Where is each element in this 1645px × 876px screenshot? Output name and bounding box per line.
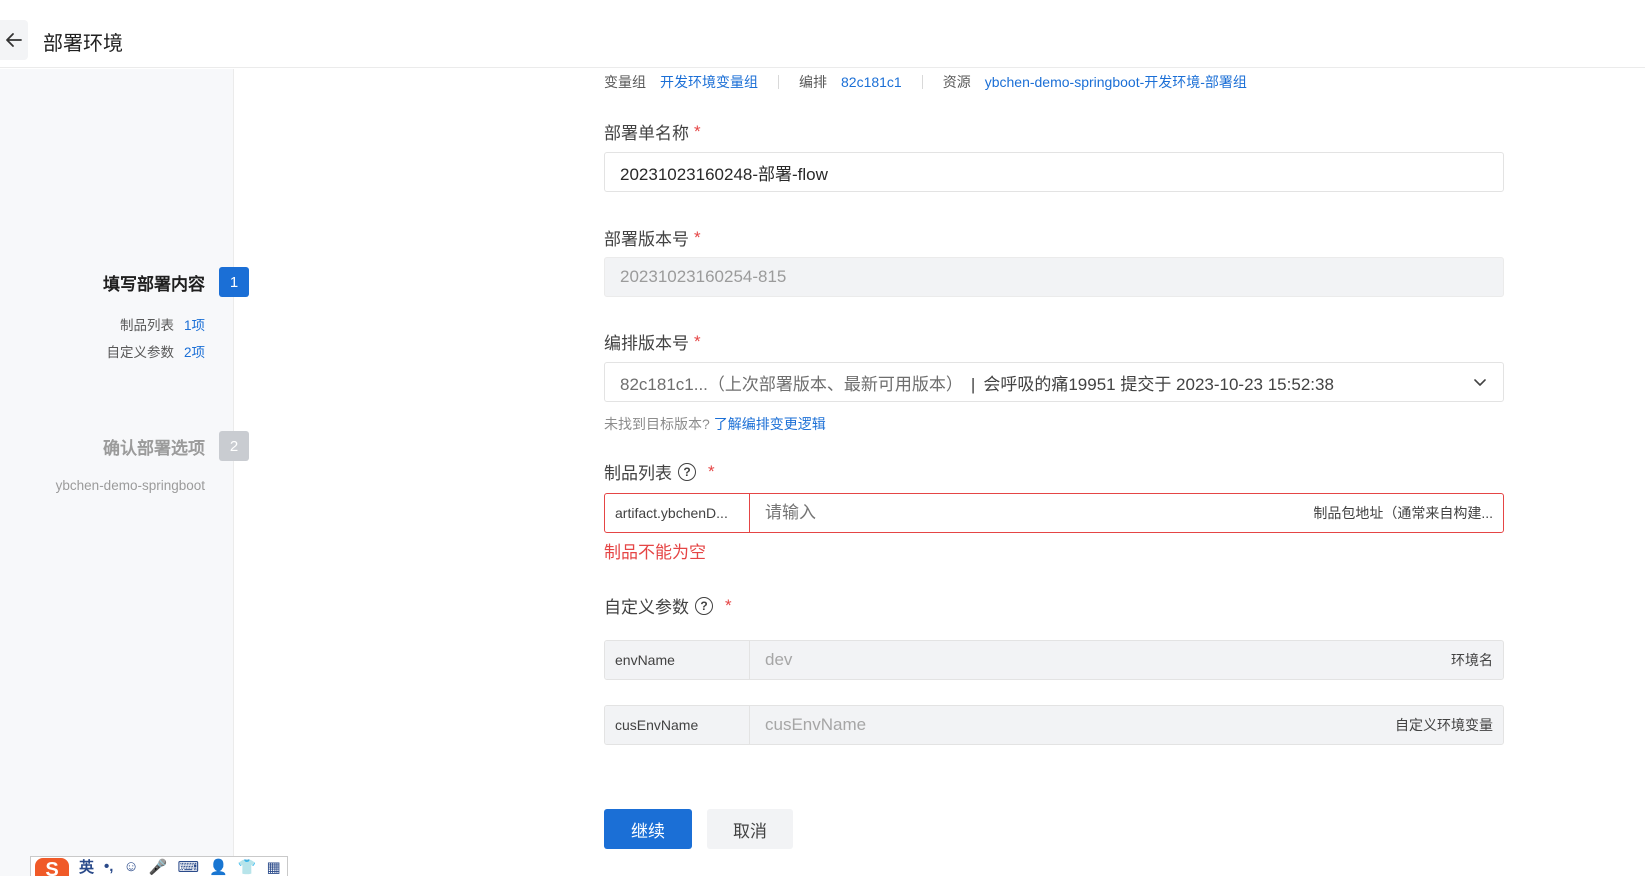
step-fill-content[interactable]: 填写部署内容 1 — [103, 267, 249, 297]
orch-version-hash: 82c181c1...（上次部署版本、最新可用版本） — [620, 374, 963, 394]
label-text: 部署单名称 — [604, 124, 689, 143]
ime-skin-icon[interactable]: 👕 — [238, 858, 257, 876]
sidebar-item-label: 自定义参数 — [106, 345, 174, 360]
orch-logic-link[interactable]: 了解编排变更逻辑 — [714, 416, 826, 432]
deploy-name-value: 20231023160248-部署-flow — [620, 164, 828, 184]
step-confirm-options[interactable]: 确认部署选项 2 — [103, 431, 249, 461]
param-key: envName — [605, 641, 750, 679]
chevron-down-icon — [1474, 379, 1486, 386]
cancel-button[interactable]: 取消 — [707, 809, 793, 849]
deploy-version-value: 20231023160254-815 — [620, 267, 787, 286]
vargroup-link[interactable]: 开发环境变量组 — [660, 72, 758, 92]
orch-version-commit: 会呼吸的痛19951 提交于 2023-10-23 15:52:38 — [983, 374, 1334, 394]
ime-logo[interactable]: S — [35, 857, 69, 876]
param-row-envname: envName dev 环境名 — [604, 640, 1504, 680]
label-text: 部署版本号 — [604, 230, 689, 249]
resource-link[interactable]: ybchen-demo-springboot-开发环境-部署组 — [985, 72, 1247, 92]
param-value-input[interactable]: cusEnvName — [750, 706, 1395, 744]
ime-toolbar: S 英 •, ☺ 🎤 ⌨ 👤 👕 ▦ — [30, 856, 288, 876]
ime-punct-icon[interactable]: •, — [104, 858, 113, 875]
param-desc: 自定义环境变量 — [1395, 717, 1493, 733]
orch-version-separator: | — [970, 374, 976, 394]
header-bar: 部署环境 — [0, 0, 1645, 68]
deploy-version-label: 部署版本号 * — [604, 225, 701, 250]
sidebar-item-artifacts[interactable]: 制品列表 1项 — [120, 314, 205, 334]
param-value-input[interactable]: dev — [750, 641, 1451, 679]
help-icon[interactable]: ? — [678, 462, 696, 481]
artifact-row: artifact.ybchenD... 制品包地址（通常来自构建... — [604, 493, 1504, 533]
label-text: 编排版本号 — [604, 334, 689, 353]
required-mark: * — [694, 227, 701, 247]
ime-user-icon[interactable]: 👤 — [209, 858, 228, 876]
hint-text: 未找到目标版本? — [604, 416, 710, 432]
param-desc: 环境名 — [1451, 652, 1493, 668]
artifact-key: artifact.ybchenD... — [605, 494, 750, 532]
step-title: 填写部署内容 — [103, 274, 205, 294]
required-mark: * — [694, 121, 701, 141]
continue-button[interactable]: 继续 — [604, 809, 692, 849]
param-row-cusenvname: cusEnvName cusEnvName 自定义环境变量 — [604, 705, 1504, 745]
artifact-input[interactable] — [750, 494, 1314, 532]
ime-grid-icon[interactable]: ▦ — [266, 858, 280, 876]
arrow-left-icon — [6, 33, 22, 47]
meta-divider — [921, 75, 923, 89]
resource-key: 资源 — [942, 74, 971, 90]
deploy-name-label: 部署单名称 * — [604, 119, 701, 144]
steps-sidebar: 填写部署内容 1 制品列表 1项 自定义参数 2项 确认部署选项 2 ybchen-… — [0, 69, 249, 876]
ime-lang-toggle[interactable]: 英 — [79, 857, 94, 876]
sidebar-item-label: 制品列表 — [119, 318, 174, 333]
step-title: 确认部署选项 — [103, 438, 205, 458]
orch-version-selected: 82c181c1...（上次部署版本、最新可用版本） | 会呼吸的痛19951 提交… — [620, 370, 1334, 395]
ime-voice-icon[interactable]: 🎤 — [149, 858, 168, 876]
required-mark: * — [708, 461, 715, 481]
custom-params-label: 自定义参数 ? * — [604, 593, 732, 618]
sidebar-item-resource[interactable]: ybchen-demo-springboot — [56, 478, 205, 493]
sidebar-item-custom-params[interactable]: 自定义参数 2项 — [106, 341, 205, 361]
artifact-error: 制品不能为空 — [604, 543, 706, 562]
ime-keyboard-icon[interactable]: ⌨ — [177, 858, 199, 876]
step-number: 2 — [219, 431, 249, 461]
orchestration-link[interactable]: 82c181c1 — [841, 74, 902, 90]
meta-row: 变量组 开发环境变量组 编排 82c181c1 资源 ybchen-demo-s… — [604, 71, 1247, 93]
required-mark: * — [725, 595, 732, 615]
deploy-version-input: 20231023160254-815 — [604, 257, 1504, 297]
param-key: cusEnvName — [605, 706, 750, 744]
page-title: 部署环境 — [43, 33, 123, 55]
ime-emoji-icon[interactable]: ☺ — [123, 858, 138, 875]
artifacts-label: 制品列表 ? * — [604, 459, 715, 484]
label-text: 自定义参数 — [604, 598, 689, 617]
vargroup-key: 变量组 — [604, 74, 646, 90]
label-text: 制品列表 — [604, 464, 672, 483]
meta-divider — [778, 75, 779, 89]
step-number: 1 — [219, 267, 249, 297]
help-icon[interactable]: ? — [695, 596, 713, 615]
back-button[interactable] — [0, 20, 28, 60]
deploy-name-input[interactable]: 20231023160248-部署-flow — [604, 152, 1504, 192]
required-mark: * — [694, 331, 701, 351]
orch-version-label: 编排版本号 * — [604, 329, 701, 354]
sidebar-item-count: 2项 — [183, 345, 205, 360]
sidebar-item-count: 1项 — [183, 318, 205, 333]
orch-version-select[interactable]: 82c181c1...（上次部署版本、最新可用版本） | 会呼吸的痛19951 提交… — [604, 362, 1504, 402]
artifact-desc: 制品包地址（通常来自构建... — [1313, 505, 1493, 521]
orchestration-key: 编排 — [799, 74, 827, 90]
orch-version-hint: 未找到目标版本? 了解编排变更逻辑 — [604, 414, 826, 434]
